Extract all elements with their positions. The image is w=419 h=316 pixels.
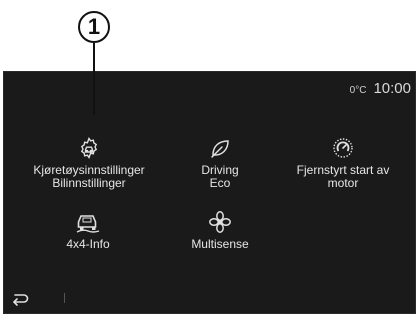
- remote-start-icon: [333, 138, 353, 158]
- 4x4-info-icon: [76, 215, 100, 233]
- callout-marker: 1: [78, 11, 110, 43]
- eco-leaf-icon: [211, 140, 229, 158]
- tile-label: Multisense: [191, 237, 249, 251]
- tile-4x4-info[interactable]: 4x4-Info: [48, 210, 128, 251]
- bottom-bar: [4, 283, 415, 313]
- callout-line: [93, 43, 95, 115]
- bottom-separator: [64, 293, 65, 303]
- clock: 10:00: [373, 80, 411, 97]
- tile-label: 4x4-Info: [66, 237, 110, 251]
- back-button[interactable]: [10, 291, 30, 307]
- tile-vehicle-settings[interactable]: Kjøretøysinnstillinger Bilinnstillinger: [22, 136, 156, 190]
- multisense-icon: [209, 211, 231, 233]
- status-bar: 0°C 10:00: [350, 80, 411, 97]
- tile-label: Kjøretøysinnstillinger Bilinnstillinger: [33, 163, 145, 190]
- tile-label: Driving Eco: [201, 163, 239, 190]
- tile-multisense[interactable]: Multisense: [175, 210, 265, 251]
- infotainment-screen: 0°C 10:00 Kjøretøysinnstillinger Bilinns…: [3, 71, 416, 314]
- temperature-readout: 0°C: [349, 85, 367, 96]
- back-arrow-icon: [13, 294, 29, 306]
- tile-label: Fjernstyrt start av motor: [296, 163, 390, 190]
- tile-driving-eco[interactable]: Driving Eco: [180, 136, 260, 190]
- car-settings-icon: [80, 137, 98, 159]
- callout-number: 1: [87, 14, 101, 39]
- tile-remote-start[interactable]: Fjernstyrt start av motor: [280, 136, 406, 190]
